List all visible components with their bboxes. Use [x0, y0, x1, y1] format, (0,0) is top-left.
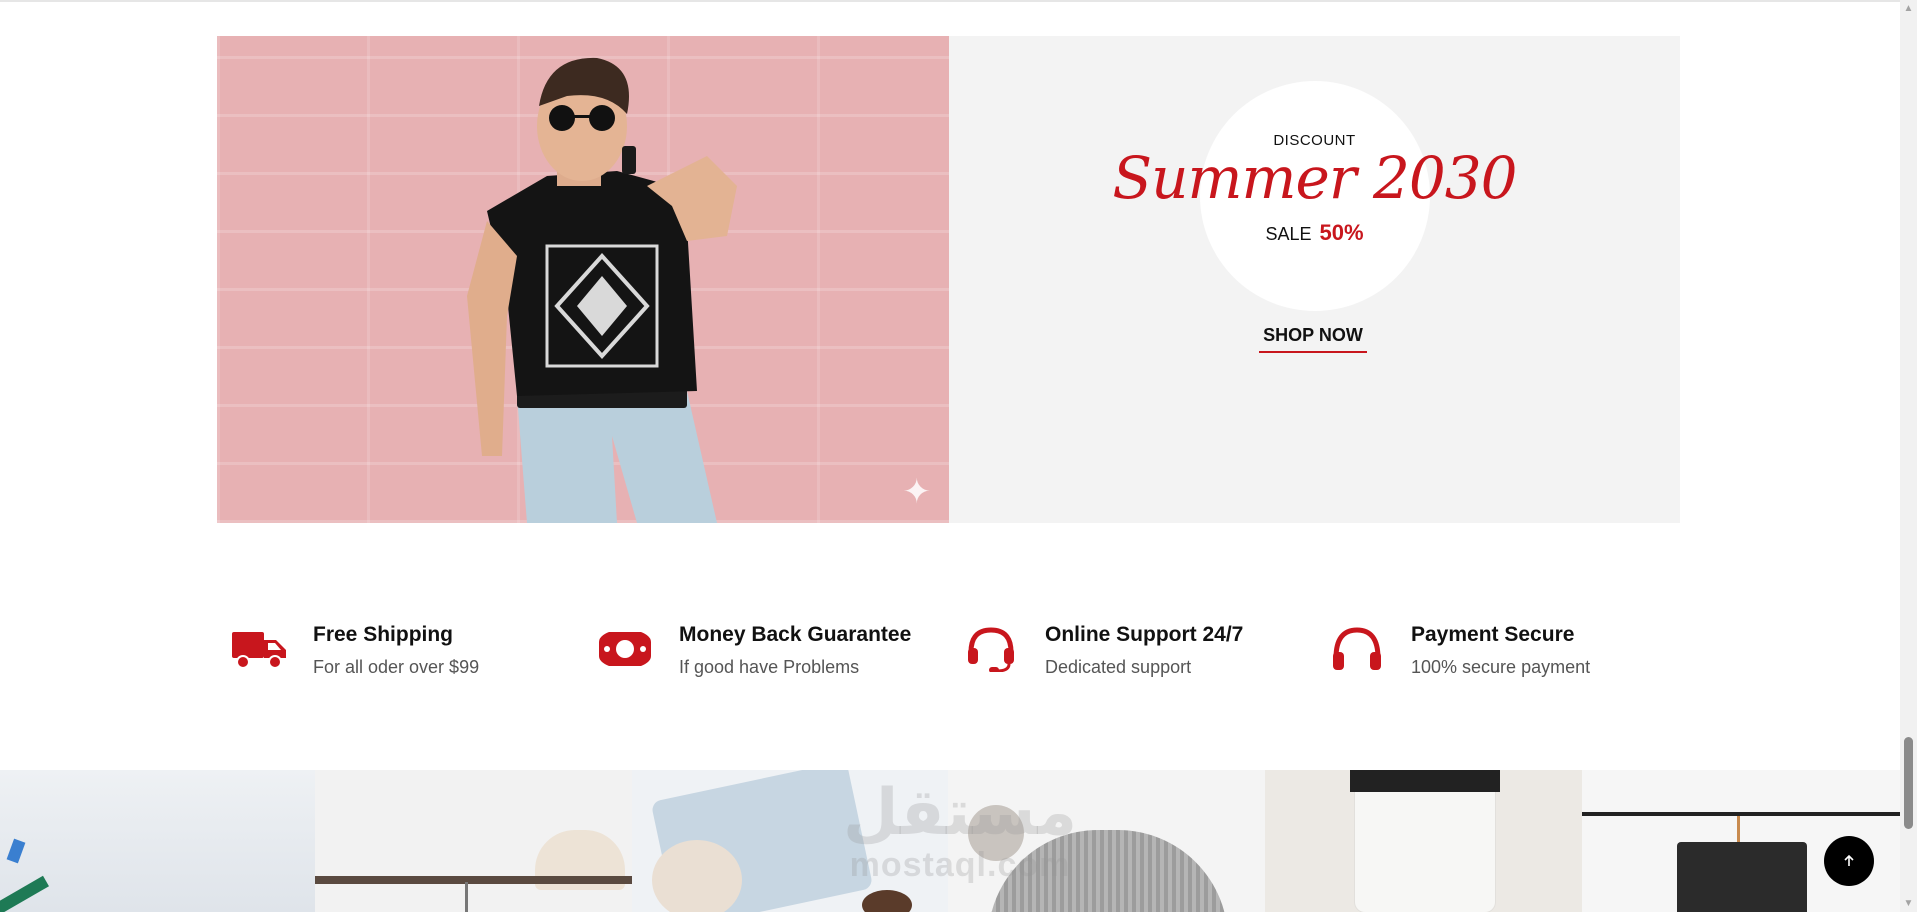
features-row: Free Shipping For all oder over $99 Mone… [217, 620, 1680, 680]
sparkle-icon: ✦ [902, 473, 932, 511]
headphones-icon [1333, 627, 1381, 670]
feature-title: Online Support 24/7 [1045, 623, 1244, 646]
banner-photo: ✦ [217, 36, 949, 523]
sale-label: SALE [1265, 224, 1312, 244]
gallery-image[interactable] [315, 770, 632, 912]
gallery-image[interactable] [0, 770, 315, 912]
truck-icon [232, 632, 286, 669]
scroll-down-icon[interactable]: ▼ [1900, 895, 1917, 912]
promo-banner: ✦ DISCOUNT Summer 2030 SALE 50% SHOP NOW [217, 36, 1680, 523]
sale-percent: 50% [1319, 220, 1364, 245]
feature-title: Free Shipping [313, 623, 454, 646]
feature-subtitle: 100% secure payment [1411, 657, 1591, 677]
feature-subtitle: Dedicated support [1045, 657, 1192, 677]
promo-panel: DISCOUNT Summer 2030 SALE 50% SHOP NOW [949, 36, 1680, 523]
sale-line: SALE 50% [949, 220, 1680, 246]
shop-now-link[interactable]: SHOP NOW [1259, 325, 1367, 353]
money-icon [599, 632, 651, 666]
model-figure [467, 57, 737, 523]
watermark: مستقل mostaql.com [840, 780, 1080, 882]
arrow-up-icon [1844, 854, 1854, 866]
feature-title: Money Back Guarantee [679, 623, 912, 646]
scrollbar-thumb[interactable] [1904, 737, 1913, 829]
scroll-up-icon[interactable]: ▲ [1900, 0, 1917, 17]
top-divider [0, 0, 1900, 2]
gallery-image[interactable] [1265, 770, 1582, 912]
page-scrollbar[interactable]: ▲ ▼ [1900, 0, 1917, 912]
watermark-latin: mostaql.com [849, 846, 1071, 884]
page: ✦ DISCOUNT Summer 2030 SALE 50% SHOP NOW … [0, 0, 1917, 912]
feature-subtitle: For all oder over $99 [313, 657, 480, 677]
feature-title: Payment Secure [1411, 623, 1575, 646]
back-to-top-button[interactable] [1824, 836, 1874, 886]
promo-title: Summer 2030 [1112, 144, 1517, 212]
watermark-arabic: مستقل [842, 776, 1078, 848]
feature-subtitle: If good have Problems [679, 657, 860, 677]
headset-icon [968, 627, 1014, 672]
